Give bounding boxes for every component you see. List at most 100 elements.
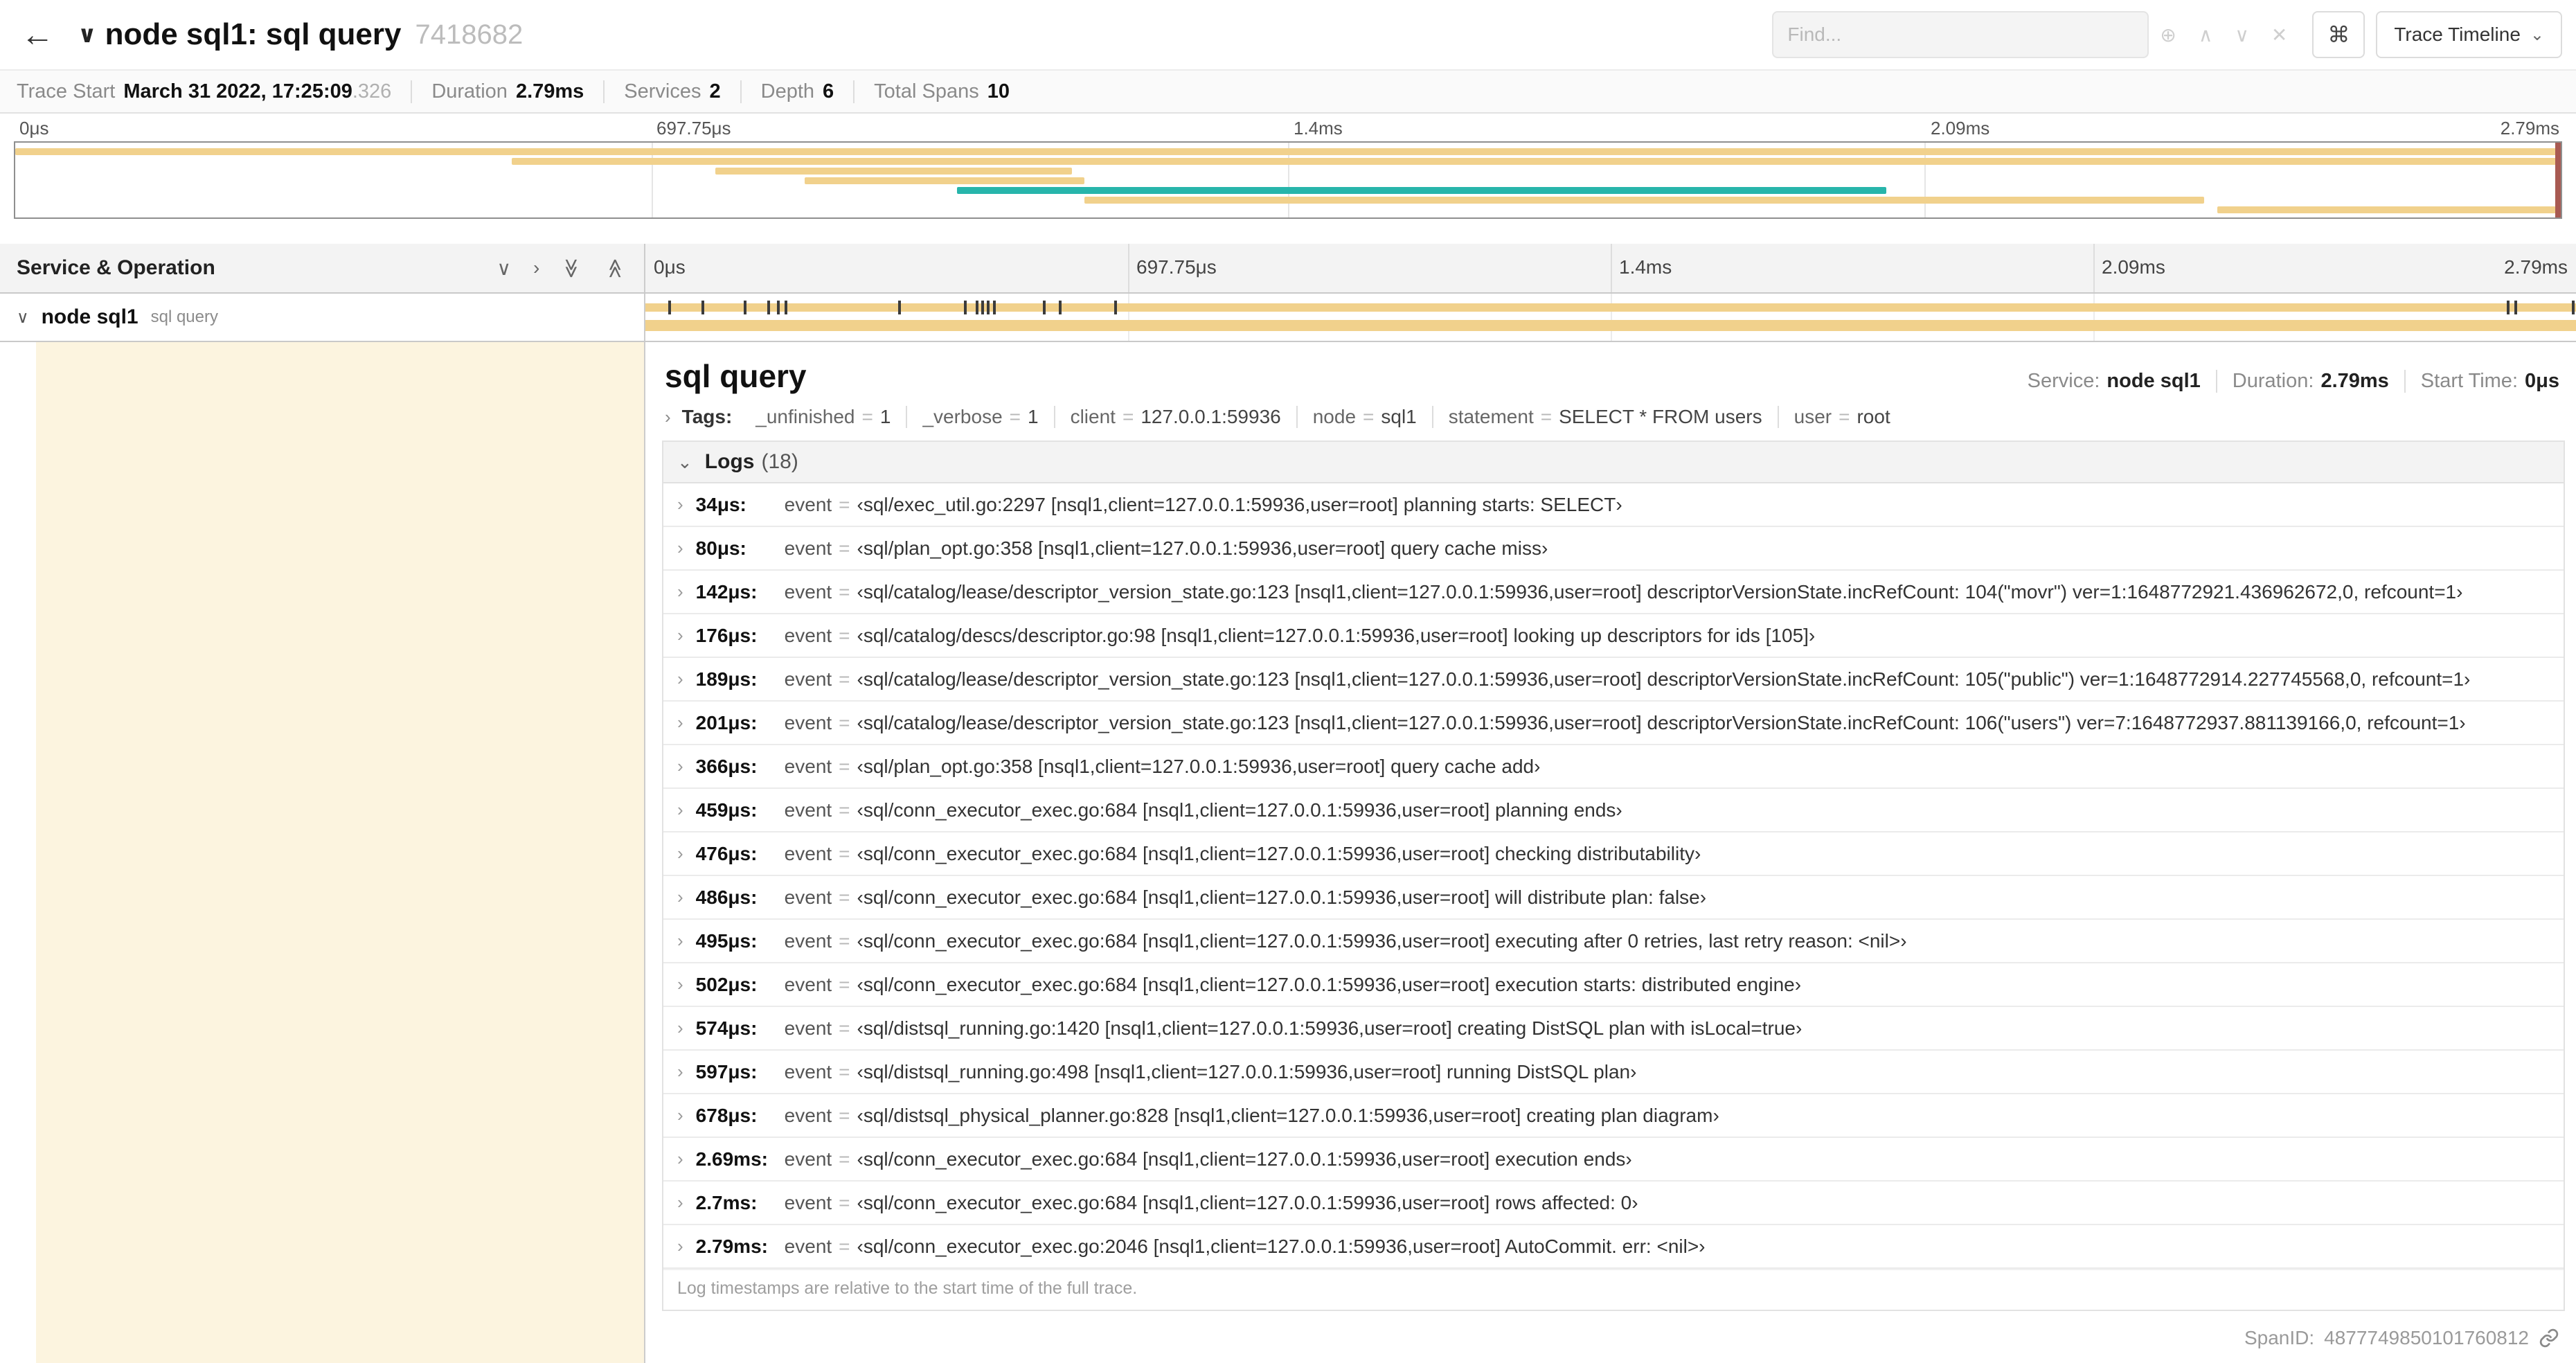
log-field-value: ‹sql/catalog/descs/descriptor.go:98 [nsq… — [857, 624, 1816, 646]
log-row[interactable]: › 486μs: event = ‹sql/conn_executor_exec.go:… — [663, 876, 2564, 920]
logs-toggle-row[interactable]: ⌄ Logs (18) — [663, 442, 2564, 483]
find-input[interactable] — [1787, 24, 2134, 46]
find-box — [1772, 11, 2149, 58]
next-result-icon[interactable]: ∨ — [2224, 24, 2260, 46]
log-marker — [701, 301, 704, 314]
log-row[interactable]: › 142μs: event = ‹sql/catalog/lease/descript… — [663, 571, 2564, 614]
chevron-right-icon: › — [677, 581, 683, 602]
row-gridline — [1128, 294, 1129, 341]
collapse-trace-chevron-icon[interactable]: ∨ — [78, 21, 97, 48]
log-equals: = — [839, 886, 850, 908]
minimap-tick-label: 2.79ms — [2500, 118, 2559, 139]
service-operation-title: Service & Operation — [17, 256, 215, 279]
tag-key: node — [1312, 406, 1357, 427]
clear-search-icon[interactable]: ✕ — [2260, 24, 2298, 46]
keyboard-shortcuts-button[interactable]: ⌘ — [2312, 11, 2365, 58]
log-row[interactable]: › 2.69ms: event = ‹sql/conn_executor_exec.go… — [663, 1138, 2564, 1182]
tag-item: user = root — [1777, 406, 1906, 428]
log-row[interactable]: › 597μs: event = ‹sql/distsql_running.go:498… — [663, 1051, 2564, 1094]
span-link-icon[interactable] — [2539, 1328, 2559, 1348]
minimap-canvas[interactable] — [14, 141, 2562, 219]
detail-meta-item: Service: node sql1 — [2012, 370, 2216, 393]
trace-timeline-dropdown[interactable]: Trace Timeline ⌄ — [2376, 11, 2562, 58]
log-row[interactable]: › 574μs: event = ‹sql/distsql_running.go:142… — [663, 1007, 2564, 1051]
chevron-down-icon[interactable]: ∨ — [17, 308, 29, 328]
span-detail-area: sql query Service: node sql1 Duration: 2.79… — [0, 341, 2576, 1363]
span-detail-title: sql query — [665, 358, 807, 394]
log-row[interactable]: › 459μs: event = ‹sql/conn_executor_exec.go:… — [663, 789, 2564, 832]
detail-meta-item: Duration: 2.79ms — [2215, 370, 2404, 393]
log-timestamp: 201μs: — [695, 711, 758, 733]
chevron-right-icon: › — [677, 1148, 683, 1169]
detail-meta-value: node sql1 — [2107, 370, 2201, 392]
span-row-label[interactable]: ∨ node sql1 sql query — [0, 294, 645, 341]
span-detail-header: sql query Service: node sql1 Duration: 2.79… — [662, 342, 2565, 402]
log-field-key: event — [784, 1060, 832, 1083]
log-marker — [987, 301, 990, 314]
zoom-plus-icon[interactable]: ⊕ — [2149, 24, 2187, 46]
tags-toggle-row[interactable]: › Tags: _unfinished = 1 _verbose = 1 client = 12… — [662, 402, 2565, 440]
log-timestamp: 189μs: — [695, 668, 758, 690]
log-marker — [1058, 301, 1062, 314]
log-row[interactable]: › 678μs: event = ‹sql/distsql_physical_plann… — [663, 1094, 2564, 1138]
minimap-tick-label: 2.09ms — [1931, 118, 1990, 139]
span-id-value: 4877749850101760812 — [2324, 1327, 2529, 1348]
log-row[interactable]: › 201μs: event = ‹sql/catalog/lease/descript… — [663, 702, 2564, 745]
log-field-key: event — [784, 1104, 832, 1126]
page-title: node sql1: sql query — [105, 17, 402, 51]
log-row[interactable]: › 189μs: event = ‹sql/catalog/lease/descript… — [663, 658, 2564, 702]
log-row[interactable]: › 176μs: event = ‹sql/catalog/descs/descript… — [663, 614, 2564, 658]
tag-equals: = — [1009, 406, 1021, 427]
collapse-all-icon[interactable]: ≫ — [561, 258, 584, 278]
log-field-value: ‹sql/distsql_running.go:498 [nsql1,clien… — [857, 1060, 1637, 1083]
minimap-span-bar — [1084, 197, 2205, 204]
span-row-timeline[interactable] — [645, 294, 2576, 341]
chevron-right-icon: › — [677, 537, 683, 558]
log-field-key: event — [784, 668, 832, 690]
row-gridline — [1611, 294, 1612, 341]
log-field-value: ‹sql/conn_executor_exec.go:684 [nsql1,cl… — [857, 842, 1701, 864]
log-row[interactable]: › 2.7ms: event = ‹sql/conn_executor_exec.go:… — [663, 1182, 2564, 1225]
log-equals: = — [839, 1060, 850, 1083]
log-timestamp: 476μs: — [695, 842, 758, 864]
log-row[interactable]: › 34μs: event = ‹sql/exec_util.go:2297 [nsql… — [663, 483, 2564, 527]
trace-timeline-view: ← ∨ node sql1: sql query 7418682 ⊕∧∨✕ ⌘ … — [0, 0, 2576, 1363]
prev-result-icon[interactable]: ∧ — [2188, 24, 2224, 46]
log-equals: = — [839, 755, 850, 777]
tag-equals: = — [861, 406, 873, 427]
tag-item: client = 127.0.0.1:59936 — [1053, 406, 1296, 428]
tag-value: 1 — [1028, 406, 1039, 427]
expand-one-icon[interactable]: › — [533, 257, 539, 280]
collapse-one-icon[interactable]: ∨ — [497, 257, 512, 280]
log-row[interactable]: › 2.79ms: event = ‹sql/conn_executor_exec.go… — [663, 1225, 2564, 1269]
log-row[interactable]: › 476μs: event = ‹sql/conn_executor_exec.go:… — [663, 832, 2564, 876]
log-row[interactable]: › 366μs: event = ‹sql/plan_opt.go:358 [nsql1… — [663, 745, 2564, 789]
log-field-value: ‹sql/conn_executor_exec.go:684 [nsql1,cl… — [857, 1191, 1638, 1213]
log-field-value: ‹sql/conn_executor_exec.go:684 [nsql1,cl… — [857, 1148, 1632, 1170]
chevron-right-icon: › — [677, 494, 683, 515]
log-marker — [1114, 301, 1118, 314]
summary-value-suffix: .326 — [352, 80, 392, 103]
top-bar: ← ∨ node sql1: sql query 7418682 ⊕∧∨✕ ⌘ … — [0, 0, 2576, 69]
chevron-right-icon: › — [677, 1061, 683, 1082]
span-detail-panel: sql query Service: node sql1 Duration: 2.79… — [645, 342, 2576, 1363]
log-row[interactable]: › 80μs: event = ‹sql/plan_opt.go:358 [nsql1,… — [663, 527, 2564, 571]
log-field-key: event — [784, 624, 832, 646]
log-timestamp: 459μs: — [695, 799, 758, 821]
log-timestamp: 597μs: — [695, 1060, 758, 1083]
tag-key: statement — [1448, 406, 1534, 427]
log-row[interactable]: › 502μs: event = ‹sql/conn_executor_exec.go:… — [663, 963, 2564, 1007]
span-row[interactable]: ∨ node sql1 sql query — [0, 294, 2576, 341]
summary-item: Trace Start March 31 2022, 17:25:09.326 — [17, 80, 411, 103]
timeline-minimap: 0μs 697.75μs 1.4ms 2.09ms 2.79ms — [0, 114, 2576, 244]
minimap-scrubber-handle[interactable] — [2555, 143, 2561, 217]
log-field-key: event — [784, 929, 832, 952]
expand-all-icon[interactable]: ≫ — [603, 258, 626, 278]
log-field-key: event — [784, 537, 832, 559]
span-id-label: SpanID: — [2244, 1327, 2315, 1348]
back-button[interactable]: ← — [0, 0, 75, 69]
tag-equals: = — [1122, 406, 1134, 427]
log-row[interactable]: › 495μs: event = ‹sql/conn_executor_exec.go:… — [663, 920, 2564, 963]
tag-item: node = sql1 — [1296, 406, 1432, 428]
log-marker — [981, 301, 985, 314]
